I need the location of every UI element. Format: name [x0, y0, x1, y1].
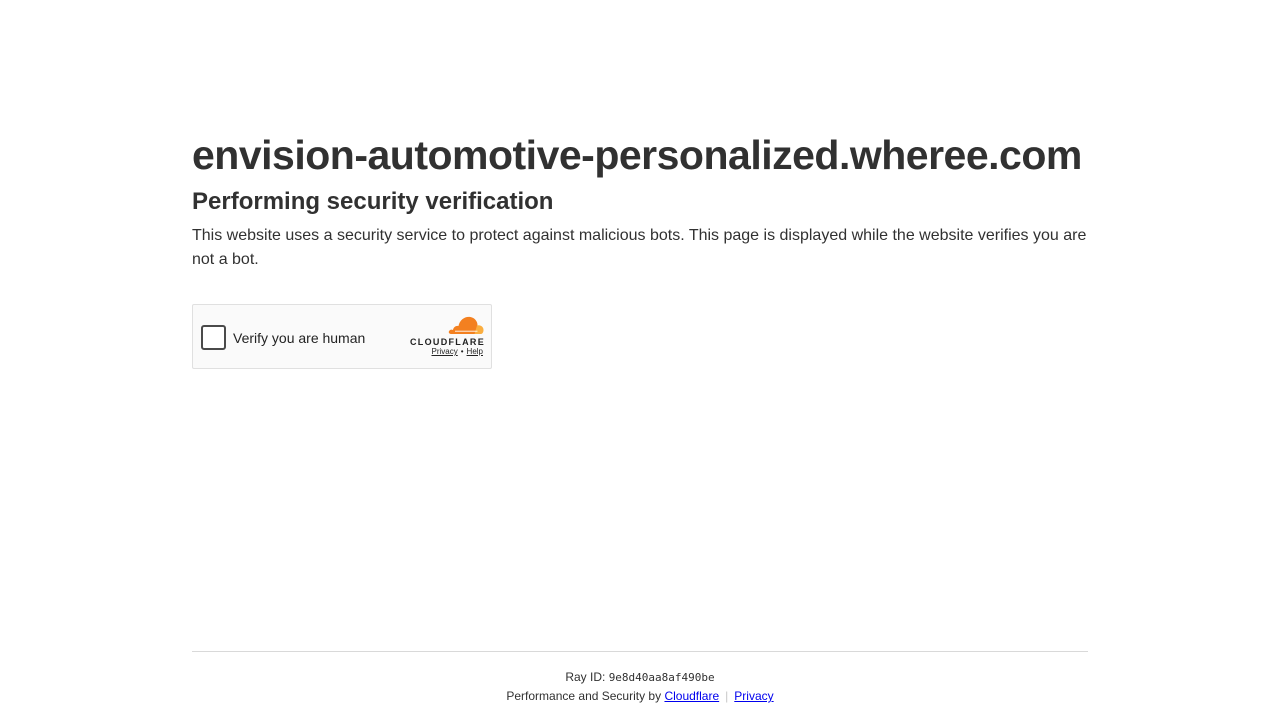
turnstile-widget: Verify you are human CLOUDFLARE Privacy •…: [192, 304, 492, 369]
widget-help-link[interactable]: Help: [467, 347, 483, 356]
widget-link-separator: •: [460, 347, 464, 356]
footer: Ray ID: 9e8d40aa8af490be Performance and…: [0, 669, 1280, 704]
page-title: envision-automotive-personalized.wheree.…: [192, 132, 1082, 178]
performance-line: Performance and Security by Cloudflare | P…: [0, 688, 1280, 704]
page-subtitle: Performing security verification: [192, 188, 554, 215]
ray-id-value: 9e8d40aa8af490be: [608, 671, 715, 684]
widget-privacy-link[interactable]: Privacy: [432, 347, 458, 356]
ray-id-line: Ray ID: 9e8d40aa8af490be: [0, 669, 1280, 686]
footer-separator: |: [725, 689, 729, 703]
cloudflare-wordmark: CLOUDFLARE: [410, 337, 485, 347]
cloudflare-link[interactable]: Cloudflare: [664, 689, 719, 703]
widget-links: Privacy • Help: [432, 347, 484, 356]
verify-checkbox[interactable]: [201, 325, 226, 350]
ray-id-label: Ray ID:: [565, 670, 606, 684]
page-description: This website uses a security service to …: [192, 227, 1087, 268]
performance-text: Performance and Security by: [506, 689, 662, 703]
verify-label[interactable]: Verify you are human: [233, 328, 365, 348]
main-content: envision-automotive-personalized.wheree.…: [192, 130, 1088, 272]
page: envision-automotive-personalized.wheree.…: [0, 0, 1280, 720]
footer-privacy-link[interactable]: Privacy: [734, 689, 773, 703]
cloudflare-cloud-icon: [448, 316, 484, 334]
footer-divider: [192, 651, 1088, 652]
